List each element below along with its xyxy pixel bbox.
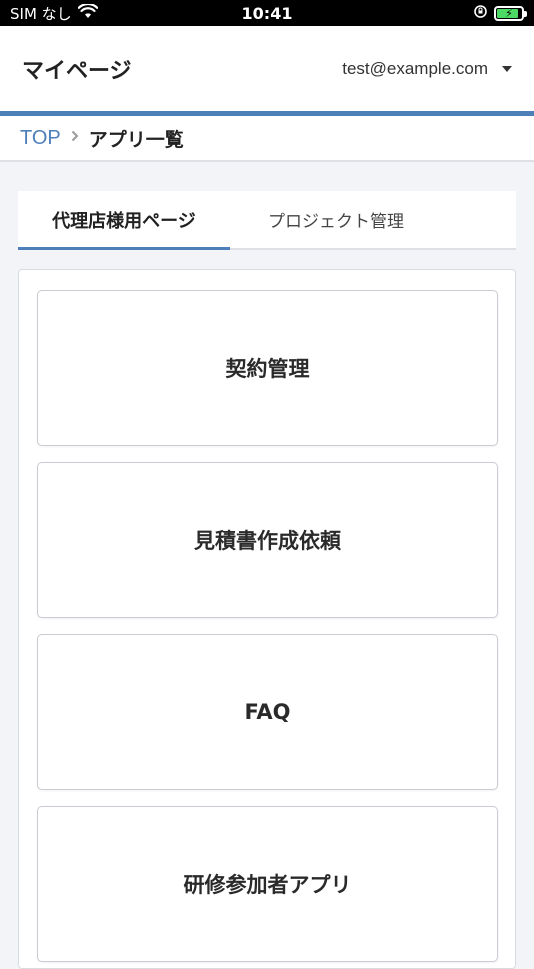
tab-agency-page[interactable]: 代理店様用ページ xyxy=(18,191,230,250)
orientation-lock-icon xyxy=(473,4,488,23)
tab-project-management[interactable]: プロジェクト管理 xyxy=(230,191,442,248)
status-bar: SIM なし 10:41 ⚡ xyxy=(0,0,534,26)
breadcrumb-top-link[interactable]: TOP xyxy=(20,127,61,150)
app-list-panel: 契約管理 見積書作成依頼 FAQ 研修参加者アプリ xyxy=(18,269,516,969)
app-card-contract-management[interactable]: 契約管理 xyxy=(37,290,498,446)
wifi-icon xyxy=(77,2,98,23)
carrier-label: SIM なし xyxy=(10,4,72,23)
charging-bolt-icon: ⚡ xyxy=(505,6,513,20)
chevron-down-icon xyxy=(502,65,512,72)
breadcrumb: TOP アプリ一覧 xyxy=(0,116,534,162)
app-card-training-participants[interactable]: 研修参加者アプリ xyxy=(37,806,498,962)
app-header: マイページ test@example.com xyxy=(0,26,534,111)
breadcrumb-current: アプリ一覧 xyxy=(88,128,184,151)
tab-bar: 代理店様用ページ プロジェクト管理 xyxy=(18,191,516,250)
app-card-quote-request[interactable]: 見積書作成依頼 xyxy=(37,462,498,618)
battery-icon: ⚡ xyxy=(494,5,527,21)
user-email: test@example.com xyxy=(342,58,488,78)
app-card-faq[interactable]: FAQ xyxy=(37,634,498,790)
user-menu[interactable]: test@example.com xyxy=(342,59,512,79)
chevron-right-icon xyxy=(71,130,79,146)
page-title: マイページ xyxy=(22,58,132,84)
